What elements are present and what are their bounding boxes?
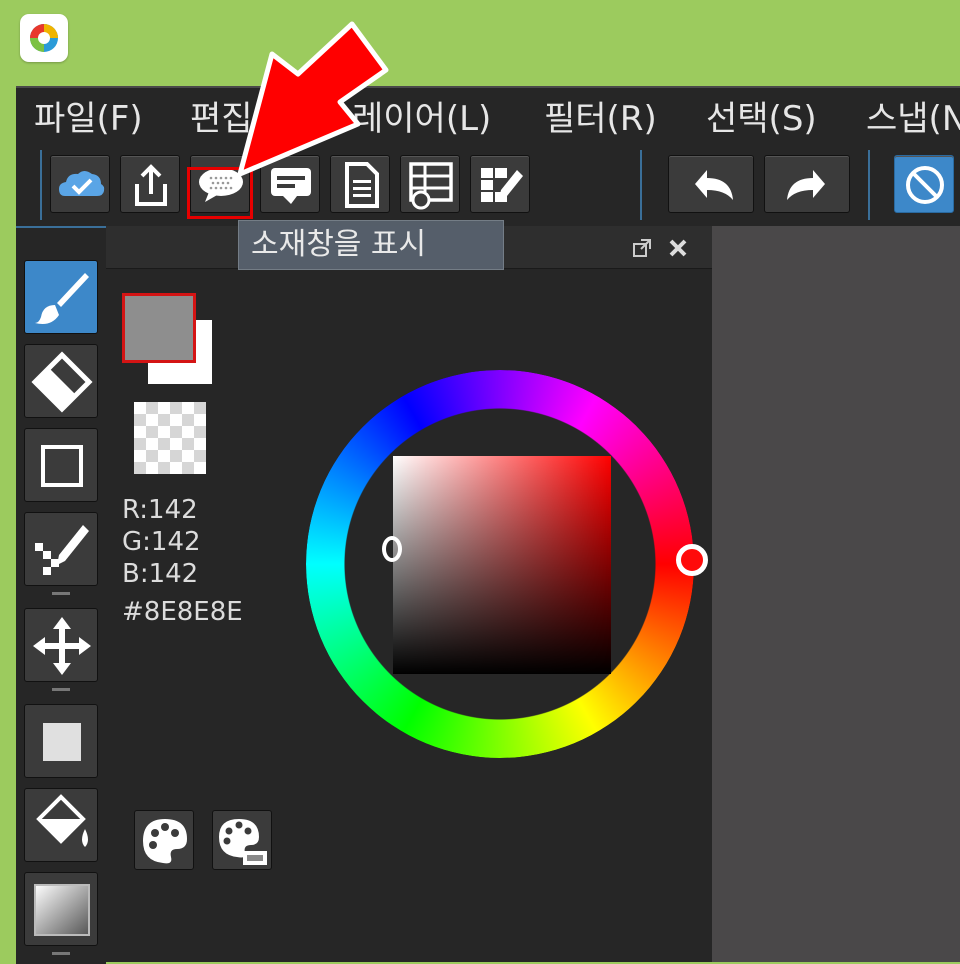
move-tool[interactable] (24, 608, 98, 682)
canvas-area[interactable] (712, 226, 960, 962)
bucket-icon (36, 794, 88, 847)
share-upload-icon (135, 164, 167, 206)
popout-icon[interactable] (632, 238, 652, 258)
close-icon[interactable] (668, 238, 688, 258)
select-rect-tool[interactable] (24, 428, 98, 502)
cloud-check-icon (59, 171, 105, 196)
fill-rect-tool[interactable] (24, 704, 98, 778)
tool-separator (52, 592, 70, 595)
menu-select[interactable]: 선택(S) (706, 96, 817, 142)
sv-picker-handle[interactable] (382, 536, 402, 562)
medibang-logo-icon (30, 24, 58, 52)
green-value: G:142 (122, 527, 201, 557)
palette-icon (143, 819, 187, 864)
gradient-icon (34, 884, 90, 936)
brush-icon (35, 273, 89, 324)
tooltip: 소재창을 표시 (238, 220, 504, 270)
hue-picker-handle[interactable] (676, 544, 708, 576)
undo-button[interactable] (668, 155, 754, 213)
no-snap-icon (906, 166, 944, 204)
blue-value: B:142 (122, 559, 199, 589)
palette-button[interactable] (134, 810, 194, 870)
toolbar (16, 150, 960, 226)
red-value: R:142 (122, 495, 198, 525)
hex-value: #8E8E8E (122, 597, 243, 627)
menu-filter[interactable]: 필터(R) (544, 96, 657, 142)
redo-icon (787, 170, 825, 200)
move-icon (33, 617, 91, 675)
cloud-save-button[interactable] (50, 155, 110, 213)
brush-tool[interactable] (24, 260, 98, 334)
saturation-value-square[interactable] (393, 456, 611, 674)
pen-tool[interactable] (24, 512, 98, 586)
grid-edit-icon (481, 168, 523, 202)
menu-snap[interactable]: 스냅(N) (866, 96, 960, 142)
menu-bar: 파일(F) 편집(E) 레이어(L) 필터(R) 선택(S) 스냅(N) (16, 88, 960, 150)
tool-palette (16, 226, 106, 964)
palette-add-button[interactable] (212, 810, 272, 870)
eraser-icon (31, 351, 93, 413)
tool-separator (52, 688, 70, 691)
foreground-color-swatch[interactable] (122, 293, 196, 363)
grid-edit-button[interactable] (470, 155, 530, 213)
toolbar-separator (868, 150, 870, 220)
app-window: 파일(F) 편집(E) 레이어(L) 필터(R) 선택(S) 스냅(N) (16, 86, 960, 964)
undo-icon (695, 170, 733, 200)
redo-button[interactable] (764, 155, 850, 213)
toolbar-separator (40, 150, 42, 220)
transparent-color-swatch[interactable] (134, 402, 206, 474)
gradient-tool[interactable] (24, 872, 98, 946)
rectangle-select-icon (41, 445, 83, 487)
fill-rect-icon (43, 723, 81, 761)
toolbar-separator (640, 150, 642, 220)
color-panel: R:142 G:142 B:142 #8E8E8E (106, 226, 712, 962)
menu-file[interactable]: 파일(F) (34, 96, 143, 142)
tool-separator (52, 952, 70, 955)
pen-dotted-icon (35, 525, 89, 575)
snap-off-button[interactable] (894, 155, 954, 213)
app-logo (20, 14, 68, 62)
bucket-tool[interactable] (24, 788, 98, 862)
share-button[interactable] (120, 155, 180, 213)
palette-add-icon (219, 819, 267, 865)
annotation-arrow (237, 21, 389, 177)
eraser-tool[interactable] (24, 344, 98, 418)
